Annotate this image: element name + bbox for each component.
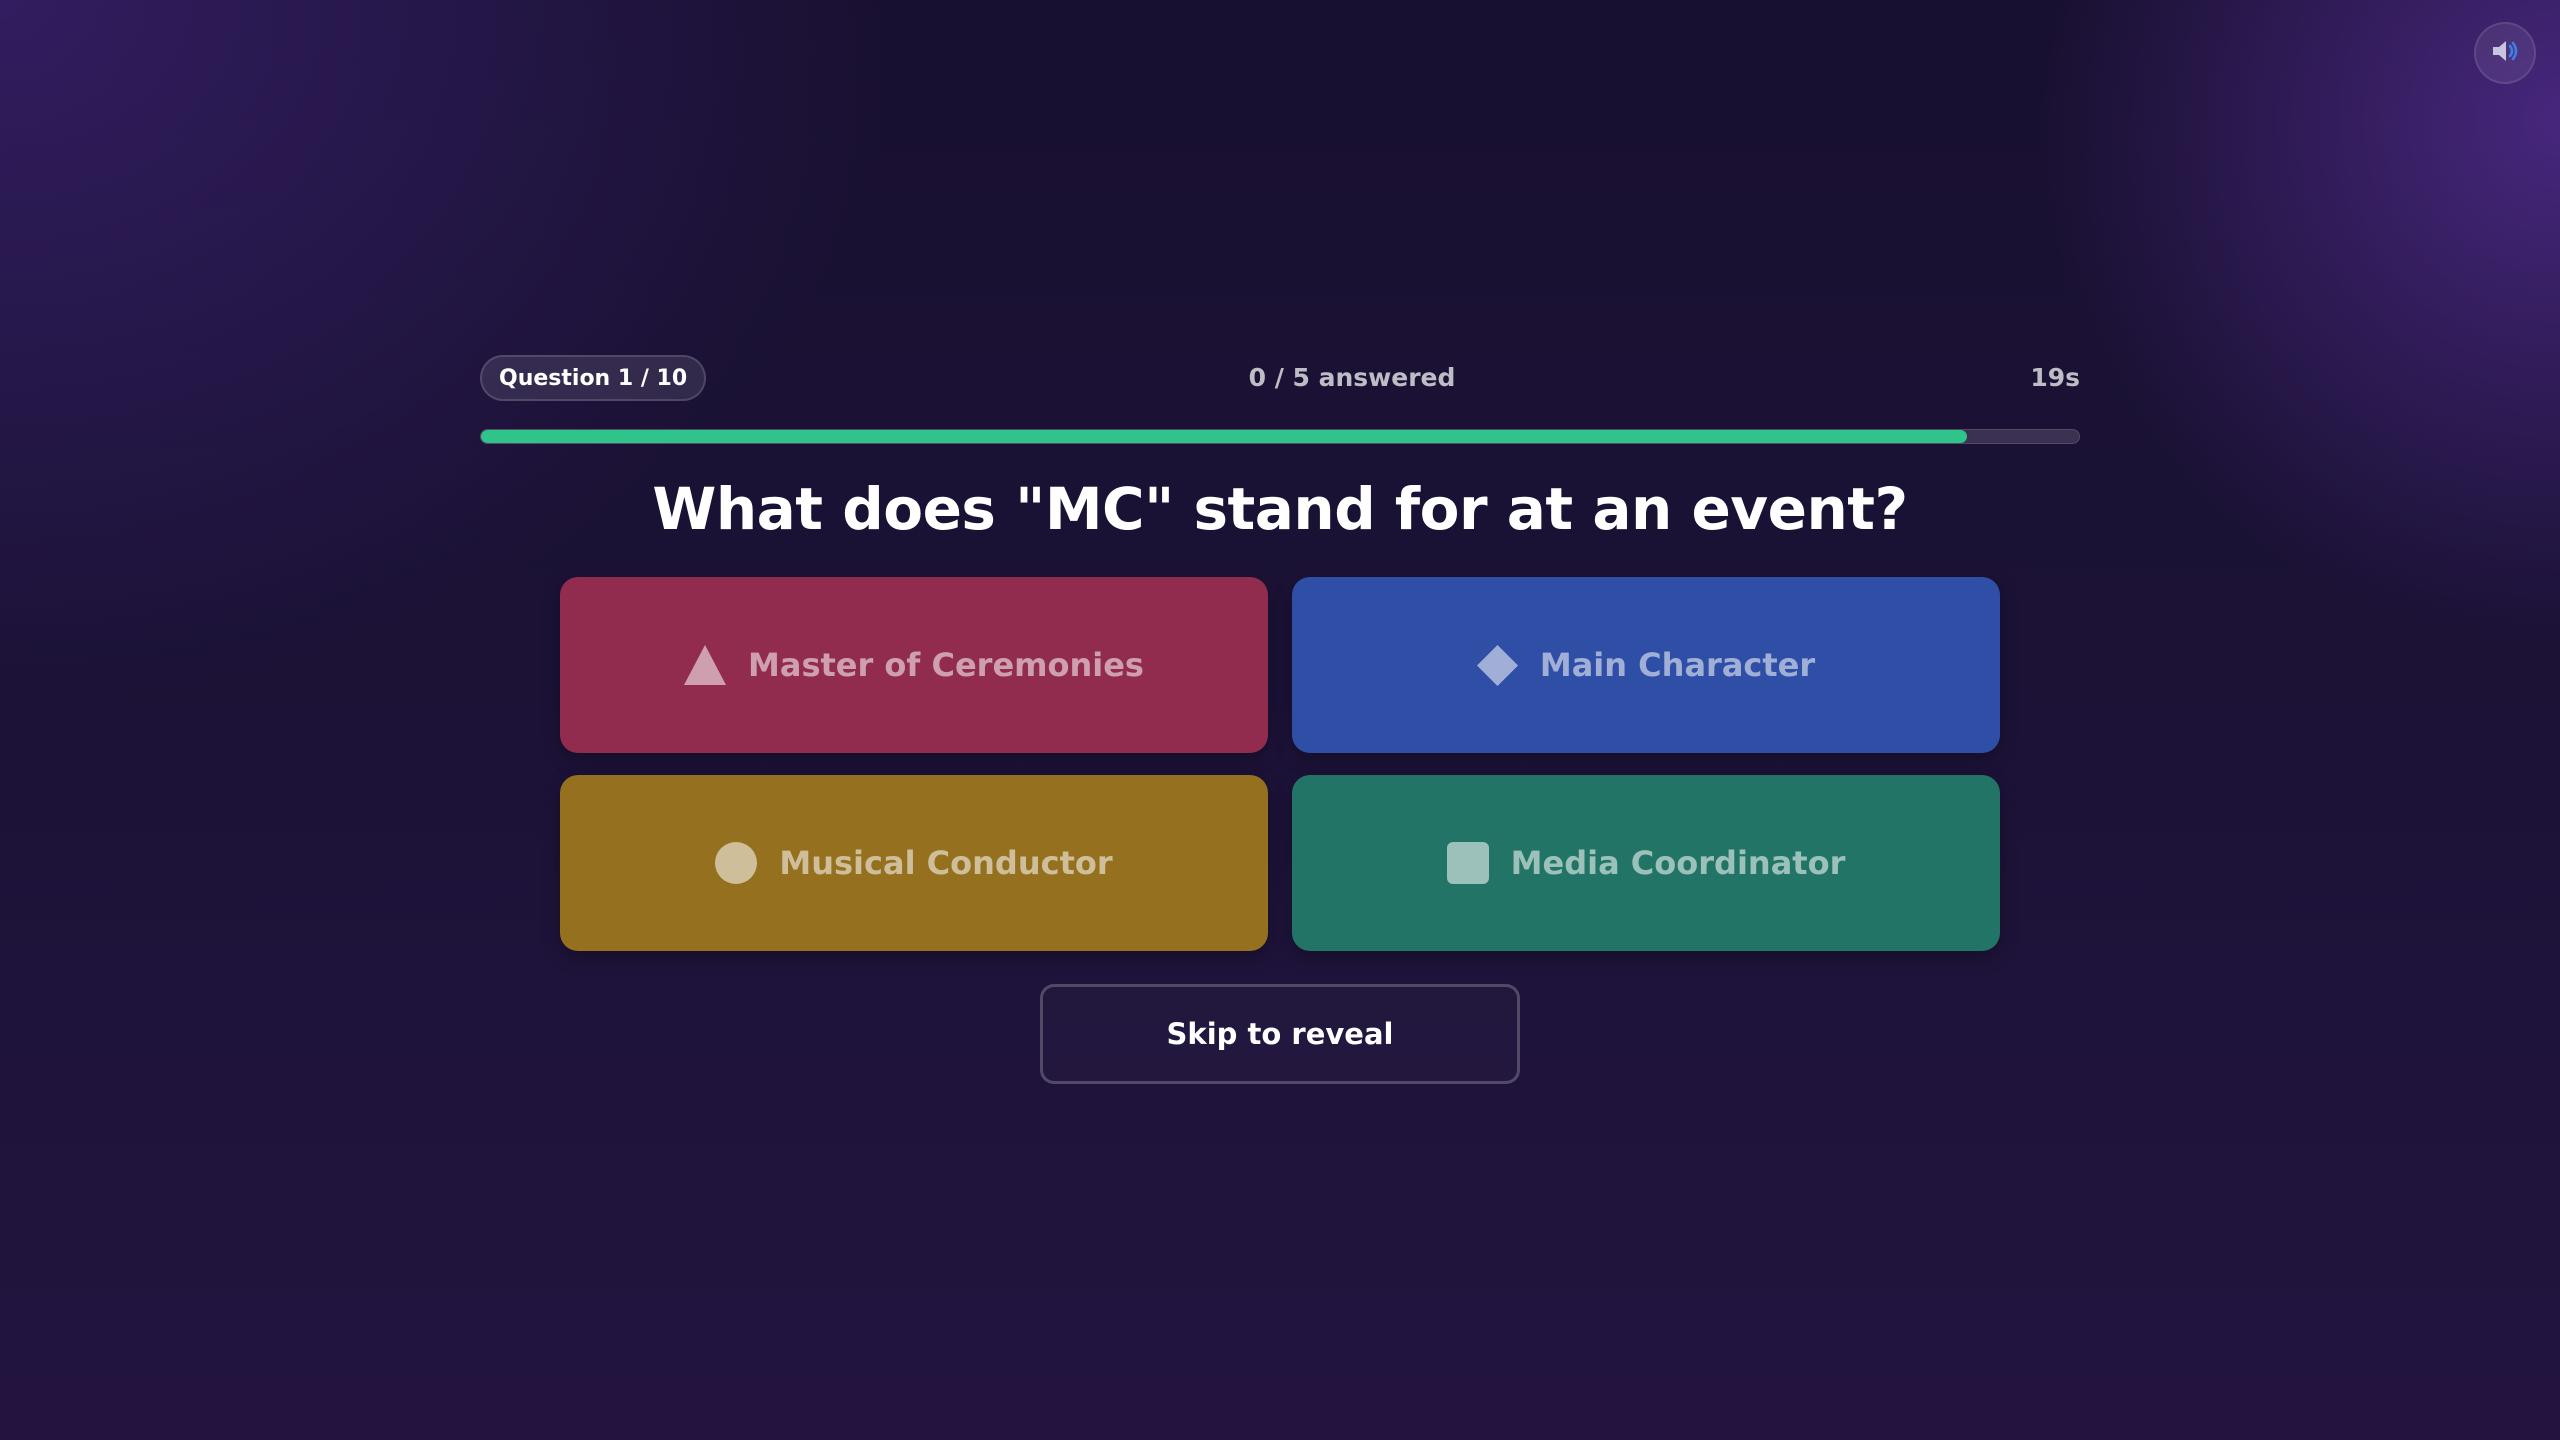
answer-option-b[interactable]: Main Character [1292, 577, 2000, 753]
answer-label: Master of Ceremonies [748, 646, 1144, 684]
countdown-timer: 19s [2030, 363, 2080, 392]
answer-label: Media Coordinator [1510, 844, 1846, 882]
skip-to-reveal-button[interactable]: Skip to reveal [1040, 984, 1520, 1084]
circle-icon [715, 842, 758, 884]
speaker-volume-icon [2489, 35, 2521, 71]
question-number-badge: Question 1 / 10 [480, 355, 707, 401]
triangle-icon [684, 645, 727, 685]
square-icon [1446, 842, 1489, 884]
diamond-icon [1476, 644, 1518, 686]
sound-toggle-button[interactable] [2474, 22, 2536, 84]
timer-progress-bar [480, 429, 2080, 444]
answer-option-a[interactable]: Master of Ceremonies [560, 577, 1268, 753]
answer-label: Main Character [1539, 646, 1816, 684]
timer-progress-fill [481, 430, 1968, 443]
answer-option-c[interactable]: Musical Conductor [560, 775, 1268, 951]
answer-option-d[interactable]: Media Coordinator [1292, 775, 2000, 951]
question-text: What does "MC" stand for at an event? [652, 475, 1908, 543]
answered-count: 0 / 5 answered [1248, 363, 1456, 392]
answer-label: Musical Conductor [779, 844, 1113, 882]
